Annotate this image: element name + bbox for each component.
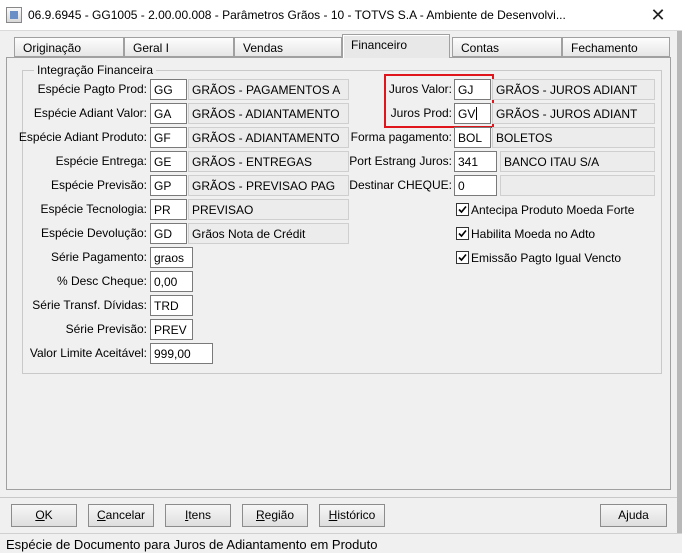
ajuda-button[interactable]: Ajuda: [600, 504, 667, 527]
especie-pagto-prod-input[interactable]: GG: [150, 79, 187, 100]
especie-devolucao-label: Espécie Devolução:: [40, 226, 147, 240]
habilita-moeda-label: Habilita Moeda no Adto: [471, 227, 596, 241]
status-bar: Espécie de Documento para Juros de Adian…: [0, 533, 682, 553]
tab-fechamento[interactable]: Fechamento: [562, 37, 670, 57]
ajuda-label: uda: [628, 508, 649, 522]
tab-originacao[interactable]: Originação: [14, 37, 124, 57]
especie-adiant-produto-desc: GRÃOS - ADIANTAMENTO: [188, 127, 349, 148]
port-estrang-juros-input[interactable]: 341: [454, 151, 497, 172]
juros-prod-input[interactable]: GV: [454, 103, 491, 124]
juros-valor-desc: GRÃOS - JUROS ADIANT: [492, 79, 655, 100]
forma-pagamento-input[interactable]: BOL: [454, 127, 491, 148]
checkmark-icon: [458, 229, 467, 238]
regiao-label: egião: [264, 508, 295, 522]
especie-entrega-label: Espécie Entrega:: [55, 154, 147, 168]
serie-pagamento-input[interactable]: graos: [150, 247, 193, 268]
valor-limite-aceitavel-label: Valor Limite Aceitável:: [29, 346, 147, 360]
port-estrang-juros-desc: BANCO ITAU S/A: [500, 151, 655, 172]
especie-entrega-desc: GRÃOS - ENTREGAS: [188, 151, 349, 172]
especie-tecnologia-input[interactable]: PR: [150, 199, 187, 220]
valor-limite-aceitavel-input[interactable]: 999,00: [150, 343, 213, 364]
regiao-hotkey: R: [255, 508, 265, 522]
serie-transf-dividas-input[interactable]: TRD: [150, 295, 193, 316]
tab-label: Contas: [461, 41, 500, 55]
especie-tecnologia-desc: PREVISAO: [188, 199, 349, 220]
tab-label: Fechamento: [571, 41, 638, 55]
text-caret: [476, 107, 478, 120]
checkmark-icon: [458, 205, 467, 214]
window-title: 06.9.6945 - GG1005 - 2.00.00.008 - Parâm…: [28, 8, 566, 22]
historico-button[interactable]: Histórico: [319, 504, 385, 527]
especie-devolucao-desc: Grãos Nota de Crédit: [188, 223, 349, 244]
especie-previsao-desc: GRÃOS - PREVISAO PAG: [188, 175, 349, 196]
especie-tecnologia-label: Espécie Tecnologia:: [40, 202, 147, 216]
tab-contas[interactable]: Contas: [452, 37, 562, 57]
especie-entrega-input[interactable]: GE: [150, 151, 187, 172]
itens-label: tens: [188, 508, 212, 522]
tab-geral-i[interactable]: Geral I: [124, 37, 234, 57]
emissao-pagto-checkbox[interactable]: [456, 251, 469, 264]
destinar-cheque-input[interactable]: 0: [454, 175, 497, 196]
itens-button[interactable]: Itens: [165, 504, 231, 527]
tab-label: Geral I: [133, 41, 170, 55]
especie-adiant-valor-input[interactable]: GA: [150, 103, 187, 124]
serie-previsao-input[interactable]: PREV: [150, 319, 193, 340]
app-icon: [6, 7, 22, 23]
destinar-cheque-label: Destinar CHEQUE:: [349, 178, 452, 192]
especie-adiant-produto-input[interactable]: GF: [150, 127, 187, 148]
checkmark-icon: [458, 253, 467, 262]
ok-button[interactable]: OK: [11, 504, 77, 527]
ok-hotkey: O: [35, 508, 45, 522]
juros-prod-label: Juros Prod:: [390, 106, 452, 120]
ajuda-label-start: A: [618, 508, 627, 522]
especie-previsao-input[interactable]: GP: [150, 175, 187, 196]
especie-adiant-produto-label: Espécie Adiant Produto:: [18, 130, 147, 144]
emissao-pagto-label: Emissão Pagto Igual Vencto: [471, 251, 622, 265]
cancelar-button[interactable]: Cancelar: [88, 504, 154, 527]
juros-prod-desc: GRÃOS - JUROS ADIANT: [492, 103, 655, 124]
especie-previsao-label: Espécie Previsão:: [50, 178, 147, 192]
serie-pagamento-label: Série Pagamento:: [50, 250, 147, 264]
habilita-moeda-checkbox[interactable]: [456, 227, 469, 240]
window-edge: [677, 31, 682, 553]
desc-cheque-label: % Desc Cheque:: [56, 274, 147, 288]
tab-vendas[interactable]: Vendas: [234, 37, 342, 57]
forma-pagamento-desc: BOLETOS: [492, 127, 655, 148]
destinar-cheque-desc: [500, 175, 655, 196]
title-bar: 06.9.6945 - GG1005 - 2.00.00.008 - Parâm…: [0, 0, 682, 31]
especie-devolucao-input[interactable]: GD: [150, 223, 187, 244]
serie-transf-dividas-label: Série Transf. Dívidas:: [32, 298, 147, 312]
close-icon[interactable]: ✕: [646, 4, 670, 26]
especie-pagto-prod-desc: GRÃOS - PAGAMENTOS A: [188, 79, 349, 100]
cancelar-hotkey: C: [96, 508, 106, 522]
ok-label: K: [44, 508, 53, 522]
tab-label: Originação: [23, 41, 82, 55]
especie-adiant-valor-desc: GRÃOS - ADIANTAMENTO: [188, 103, 349, 124]
antecipa-produto-label: Antecipa Produto Moeda Forte: [471, 203, 635, 217]
tab-label: Financeiro: [351, 38, 408, 52]
cancelar-label: ancelar: [105, 508, 146, 522]
especie-adiant-valor-label: Espécie Adiant Valor:: [33, 106, 147, 120]
tab-financeiro[interactable]: Financeiro: [342, 34, 450, 58]
forma-pagamento-label: Forma pagamento:: [350, 130, 452, 144]
port-estrang-juros-label: Port Estrang Juros:: [349, 154, 452, 168]
juros-valor-label: Juros Valor:: [388, 82, 452, 96]
desc-cheque-input[interactable]: 0,00: [150, 271, 193, 292]
especie-pagto-prod-label: Espécie Pagto Prod:: [37, 82, 147, 96]
group-title: Integração Financeira: [34, 63, 157, 77]
serie-previsao-label: Série Previsão:: [65, 322, 147, 336]
juros-prod-value: GV: [458, 107, 476, 121]
antecipa-produto-checkbox[interactable]: [456, 203, 469, 216]
regiao-button[interactable]: Região: [242, 504, 308, 527]
tab-label: Vendas: [243, 41, 284, 55]
juros-valor-input[interactable]: GJ: [454, 79, 491, 100]
historico-label: istórico: [337, 508, 376, 522]
